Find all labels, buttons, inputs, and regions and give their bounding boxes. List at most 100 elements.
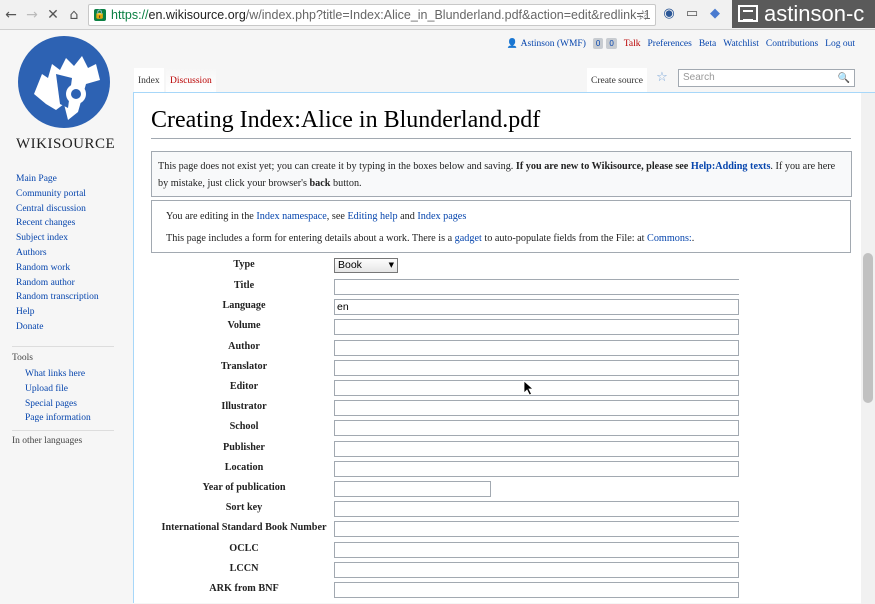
sidebar-item-upload-file[interactable]: Upload file <box>25 382 91 397</box>
search-input[interactable]: Search 🔍 <box>678 69 855 87</box>
gadget-link[interactable]: gadget <box>455 233 482 244</box>
tab-create-source[interactable]: Create source <box>587 68 647 92</box>
watch-star-icon[interactable]: ☆ <box>654 70 670 88</box>
wikisource-logo[interactable] <box>16 34 112 130</box>
browser-toolbar: ← → ✕ ⌂ 🔒 https://en.wikisource.org/w/in… <box>0 0 875 30</box>
field-ark-from-bnf[interactable] <box>334 582 739 598</box>
form-label-school: School <box>229 421 259 433</box>
sidebar-item-page-information[interactable]: Page information <box>25 411 91 426</box>
field-location[interactable] <box>334 460 739 477</box>
field-sort-key[interactable] <box>334 501 739 518</box>
sidebar-divider <box>12 430 114 431</box>
form-label-location: Location <box>224 461 264 473</box>
field-publisher[interactable] <box>334 440 739 457</box>
sidebar-item-help[interactable]: Help <box>16 305 99 320</box>
form-label-author: Author <box>228 340 260 352</box>
page-not-exist-notice: This page does not exist yet; you can cr… <box>151 151 852 197</box>
sidebar-item-community-portal[interactable]: Community portal <box>16 187 99 202</box>
editing-info-line2: This page includes a form for entering d… <box>166 233 695 244</box>
editing-info-line1: You are editing in the Index namespace, … <box>166 211 467 222</box>
field-language[interactable]: en <box>334 299 739 316</box>
talk-link[interactable]: Talk <box>624 39 641 49</box>
sidebar-divider <box>12 346 114 347</box>
form-label-international-standard-book-number: International Standard Book Number <box>161 522 327 534</box>
dropdown-arrow-icon: ▼ <box>388 261 394 269</box>
scrollbar-thumb[interactable] <box>863 253 873 403</box>
personal-toolbar: 👤 Astinson (WMF) 0 0 Talk Preferences Be… <box>506 38 855 49</box>
sidebar-item-random-transcription[interactable]: Random transcription <box>16 290 99 305</box>
form-label-year-of-publication: Year of publication <box>202 482 286 493</box>
field-illustrator[interactable] <box>334 400 739 417</box>
help-adding-texts-link[interactable]: Help:Adding texts <box>691 161 771 172</box>
search-icon[interactable]: 🔍 <box>838 71 850 87</box>
tools-heading: Tools <box>12 353 33 363</box>
sidebar: WIKISOURCE Main Page Community portal Ce… <box>0 30 132 603</box>
screen-share-icon <box>738 5 758 22</box>
wikisource-wordmark: WIKISOURCE <box>16 136 116 152</box>
sidebar-item-main-page[interactable]: Main Page <box>16 172 99 187</box>
field-lccn[interactable] <box>334 561 739 578</box>
mouse-cursor-icon <box>523 380 535 396</box>
contributions-link[interactable]: Contributions <box>766 39 818 49</box>
form-label-type: Type <box>233 259 255 270</box>
field-author[interactable] <box>334 339 739 356</box>
sidebar-item-donate[interactable]: Donate <box>16 320 99 335</box>
commons-link[interactable]: Commons: <box>647 233 692 244</box>
stop-loading-icon[interactable]: ✕ <box>44 6 62 24</box>
form-label-illustrator: Illustrator <box>221 401 267 413</box>
tab-discussion[interactable]: Discussion <box>166 68 216 92</box>
back-icon[interactable]: ← <box>2 6 20 24</box>
main-content: Creating Index:Alice in Blunderland.pdf … <box>133 92 875 604</box>
extension-icon[interactable]: ◉ <box>661 6 677 22</box>
sidebar-item-recent-changes[interactable]: Recent changes <box>16 216 99 231</box>
form-label-publisher: Publisher <box>223 441 265 453</box>
user-link[interactable]: Astinson (WMF) <box>521 39 586 49</box>
sidebar-item-random-work[interactable]: Random work <box>16 261 99 276</box>
field-year-of-publication[interactable] <box>334 481 491 497</box>
user-icon: 👤 <box>506 38 518 49</box>
title-divider <box>151 138 851 139</box>
type-select[interactable]: Book ▼ <box>334 258 398 273</box>
watchlist-link[interactable]: Watchlist <box>723 39 759 49</box>
cast-icon[interactable]: ▭ <box>684 6 700 22</box>
preferences-link[interactable]: Preferences <box>648 39 692 49</box>
extension-diamond-icon[interactable]: ◆ <box>707 6 723 22</box>
beta-link[interactable]: Beta <box>699 39 716 49</box>
address-bar[interactable]: 🔒 https://en.wikisource.org/w/index.php?… <box>88 4 656 26</box>
form-label-translator: Translator <box>220 360 268 372</box>
editing-help-link[interactable]: Editing help <box>347 211 397 222</box>
field-volume[interactable] <box>334 319 739 336</box>
logout-link[interactable]: Log out <box>825 39 855 49</box>
form-label-oclc: OCLC <box>229 542 259 554</box>
form-label-lccn: LCCN <box>229 562 259 574</box>
forward-icon[interactable]: → <box>23 6 41 24</box>
field-translator[interactable] <box>334 359 739 376</box>
page-scrollbar[interactable] <box>861 93 875 604</box>
field-title[interactable] <box>334 279 739 295</box>
sidebar-item-special-pages[interactable]: Special pages <box>25 397 91 412</box>
tab-index[interactable]: Index <box>134 68 164 92</box>
sidebar-item-random-author[interactable]: Random author <box>16 276 99 291</box>
home-icon[interactable]: ⌂ <box>65 6 83 24</box>
sidebar-item-central-discussion[interactable]: Central discussion <box>16 202 99 217</box>
sidebar-nav: Main Page Community portal Central discu… <box>16 172 99 335</box>
field-international-standard-book-number[interactable] <box>334 521 739 538</box>
alerts-badge[interactable]: 0 <box>592 38 604 49</box>
index-namespace-link[interactable]: Index namespace <box>256 211 326 222</box>
screen-share-overlay: astinson-c <box>732 0 875 28</box>
field-oclc[interactable] <box>334 541 739 558</box>
form-label-editor: Editor <box>229 381 259 392</box>
lock-icon: 🔒 <box>94 9 106 21</box>
sidebar-item-authors[interactable]: Authors <box>16 246 99 261</box>
page-title: Creating Index:Alice in Blunderland.pdf <box>151 107 541 133</box>
bookmark-star-icon[interactable]: ☆ <box>636 6 649 25</box>
sidebar-item-subject-index[interactable]: Subject index <box>16 231 99 246</box>
index-pages-link[interactable]: Index pages <box>417 211 466 222</box>
form-label-ark-from-bnf: ARK from BNF <box>209 583 279 594</box>
editing-info-box: You are editing in the Index namespace, … <box>151 200 851 253</box>
field-school[interactable] <box>334 420 739 437</box>
field-editor[interactable] <box>334 380 739 396</box>
languages-heading: In other languages <box>12 436 83 446</box>
notices-badge[interactable]: 0 <box>606 38 617 49</box>
sidebar-item-what-links-here[interactable]: What links here <box>25 367 91 382</box>
